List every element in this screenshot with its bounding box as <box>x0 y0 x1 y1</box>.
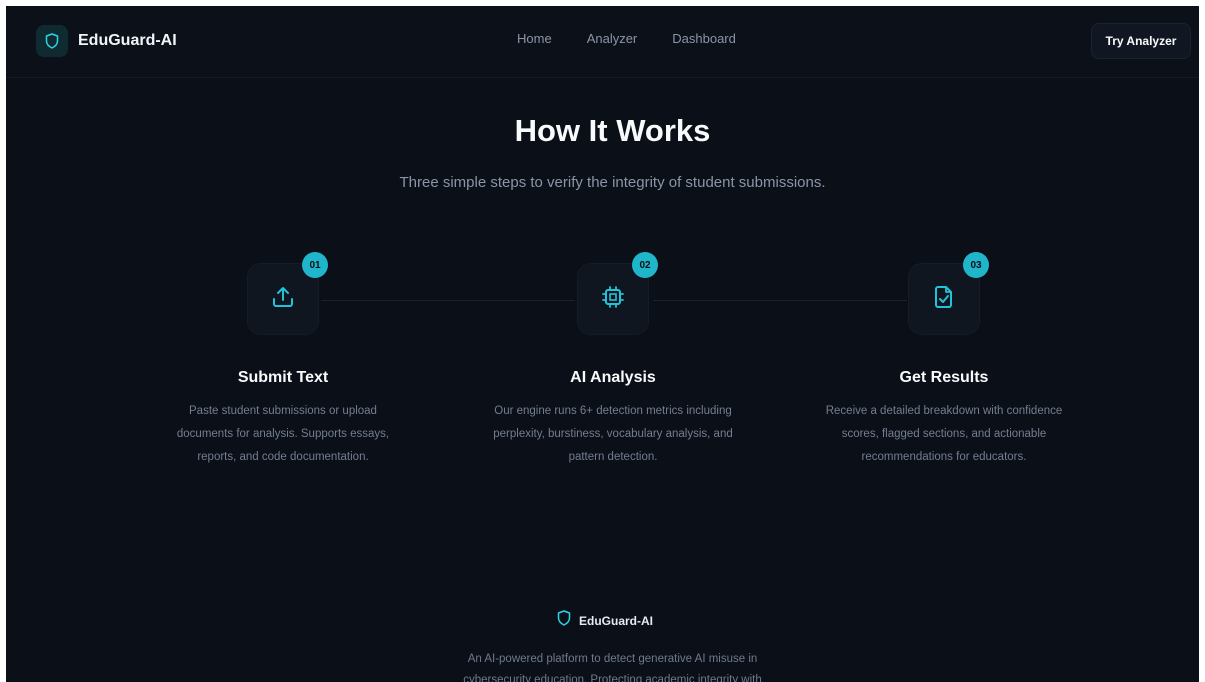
page-frame: EduGuard-AI Home Analyzer Dashboard Try … <box>6 6 1199 682</box>
step-desc-line: perplexity, burstiness, vocabulary analy… <box>493 428 733 440</box>
try-analyzer-button[interactable]: Try Analyzer <box>1091 23 1191 59</box>
nav-link-home[interactable]: Home <box>517 31 552 46</box>
nav-links: Home Analyzer Dashboard <box>517 31 771 46</box>
step-title: Get Results <box>899 369 989 386</box>
shield-icon <box>36 25 68 57</box>
cpu-chip-icon <box>600 284 626 315</box>
step-desc-line: Our engine runs 6+ detection metrics inc… <box>494 405 732 417</box>
footer-brand: EduGuard-AI <box>557 610 653 631</box>
step-description: Receive a detailed breakdown with confid… <box>794 400 1094 469</box>
footer-desc-line: An AI-powered platform to detect generat… <box>467 653 758 665</box>
nav-link-analyzer[interactable]: Analyzer <box>587 31 638 46</box>
step-title: Submit Text <box>237 369 329 386</box>
shield-icon <box>557 610 571 631</box>
step-desc-line: documents for analysis. Supports essays, <box>176 428 390 440</box>
step-desc-line: Receive a detailed breakdown with confid… <box>825 405 1063 417</box>
navbar: EduGuard-AI Home Analyzer Dashboard Try … <box>6 6 1199 78</box>
step-desc-line: pattern detection. <box>568 451 658 463</box>
step-title: AI Analysis <box>570 369 656 386</box>
brand-logo[interactable]: EduGuard-AI <box>36 24 177 58</box>
step-connector <box>653 300 907 301</box>
step-connector <box>321 300 575 301</box>
step-description: Our engine runs 6+ detection metrics inc… <box>463 400 763 469</box>
section-subtitle: Three simple steps to verify the integri… <box>399 174 826 191</box>
step-number-badge: 02 <box>632 252 658 278</box>
step-description: Paste student submissions or upload docu… <box>133 400 433 469</box>
nav-link-dashboard[interactable]: Dashboard <box>672 31 736 46</box>
footer-description: An AI-powered platform to detect generat… <box>6 649 1199 682</box>
upload-icon <box>270 284 296 315</box>
step-desc-line: Paste student submissions or upload <box>189 405 377 417</box>
brand-name: EduGuard-AI <box>78 32 177 49</box>
step-desc-line: reports, and code documentation. <box>197 451 369 463</box>
step-number-badge: 03 <box>963 252 989 278</box>
step-number-badge: 01 <box>302 252 328 278</box>
section-title: How It Works <box>514 113 711 148</box>
step-desc-line: scores, flagged sections, and actionable <box>841 428 1047 440</box>
footer-brand-name: EduGuard-AI <box>579 613 653 628</box>
step-desc-line: recommendations for educators. <box>861 451 1027 463</box>
file-check-icon <box>931 284 957 315</box>
footer-desc-line: cybersecurity education. Protecting acad… <box>463 674 762 682</box>
